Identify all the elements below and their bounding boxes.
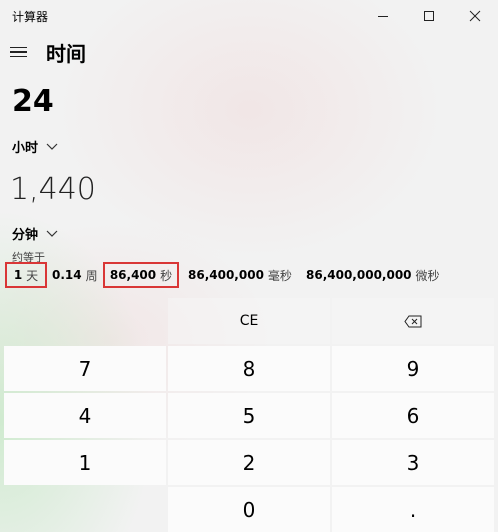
close-button[interactable] <box>452 0 498 32</box>
app-title: 计算器 <box>12 10 49 24</box>
digit-3-button[interactable]: 3 <box>332 440 494 485</box>
maximize-button[interactable] <box>406 0 452 32</box>
backspace-icon <box>404 315 422 327</box>
digit-5-button[interactable]: 5 <box>168 393 330 438</box>
minimize-button[interactable] <box>360 0 406 32</box>
title-bar: 计算器 <box>0 0 498 32</box>
clear-entry-button[interactable]: CE <box>168 298 330 344</box>
maximize-icon <box>424 11 434 21</box>
close-icon <box>469 10 481 22</box>
input-unit-label: 小时 <box>12 141 39 156</box>
output-value[interactable]: 1,440 <box>10 172 96 207</box>
minimize-icon <box>378 16 388 17</box>
equivalent-item-milliseconds: 86,400,000 毫秒 <box>188 268 292 283</box>
equivalent-item-weeks: 0.14 周 <box>52 268 98 283</box>
hamburger-icon[interactable] <box>10 44 30 60</box>
chevron-down-icon <box>46 143 58 150</box>
backspace-button[interactable] <box>332 298 494 344</box>
digit-7-button[interactable]: 7 <box>4 346 166 391</box>
digit-8-button[interactable]: 8 <box>168 346 330 391</box>
digit-1-button[interactable]: 1 <box>4 440 166 485</box>
equivalent-item-microseconds: 86,400,000,000 微秒 <box>306 268 440 283</box>
digit-6-button[interactable]: 6 <box>332 393 494 438</box>
input-unit-dropdown[interactable]: 小时 <box>12 137 58 156</box>
mode-title: 时间 <box>46 42 86 66</box>
equivalents-row: 1天 0.14 周 86,400 秒 86,400,000 毫秒 86,400,000… <box>0 262 498 290</box>
output-unit-dropdown[interactable]: 分钟 <box>12 224 58 243</box>
input-value[interactable]: 24 <box>12 84 54 119</box>
digit-9-button[interactable]: 9 <box>332 346 494 391</box>
digit-4-button[interactable]: 4 <box>4 393 166 438</box>
chevron-down-icon <box>46 230 58 237</box>
decimal-button[interactable]: . <box>332 487 494 532</box>
digit-2-button[interactable]: 2 <box>168 440 330 485</box>
output-unit-label: 分钟 <box>12 228 39 243</box>
digit-0-button[interactable]: 0 <box>168 487 330 532</box>
equivalent-item-seconds: 86,400 秒 <box>103 262 179 288</box>
equivalent-item-days: 1天 <box>5 262 47 288</box>
